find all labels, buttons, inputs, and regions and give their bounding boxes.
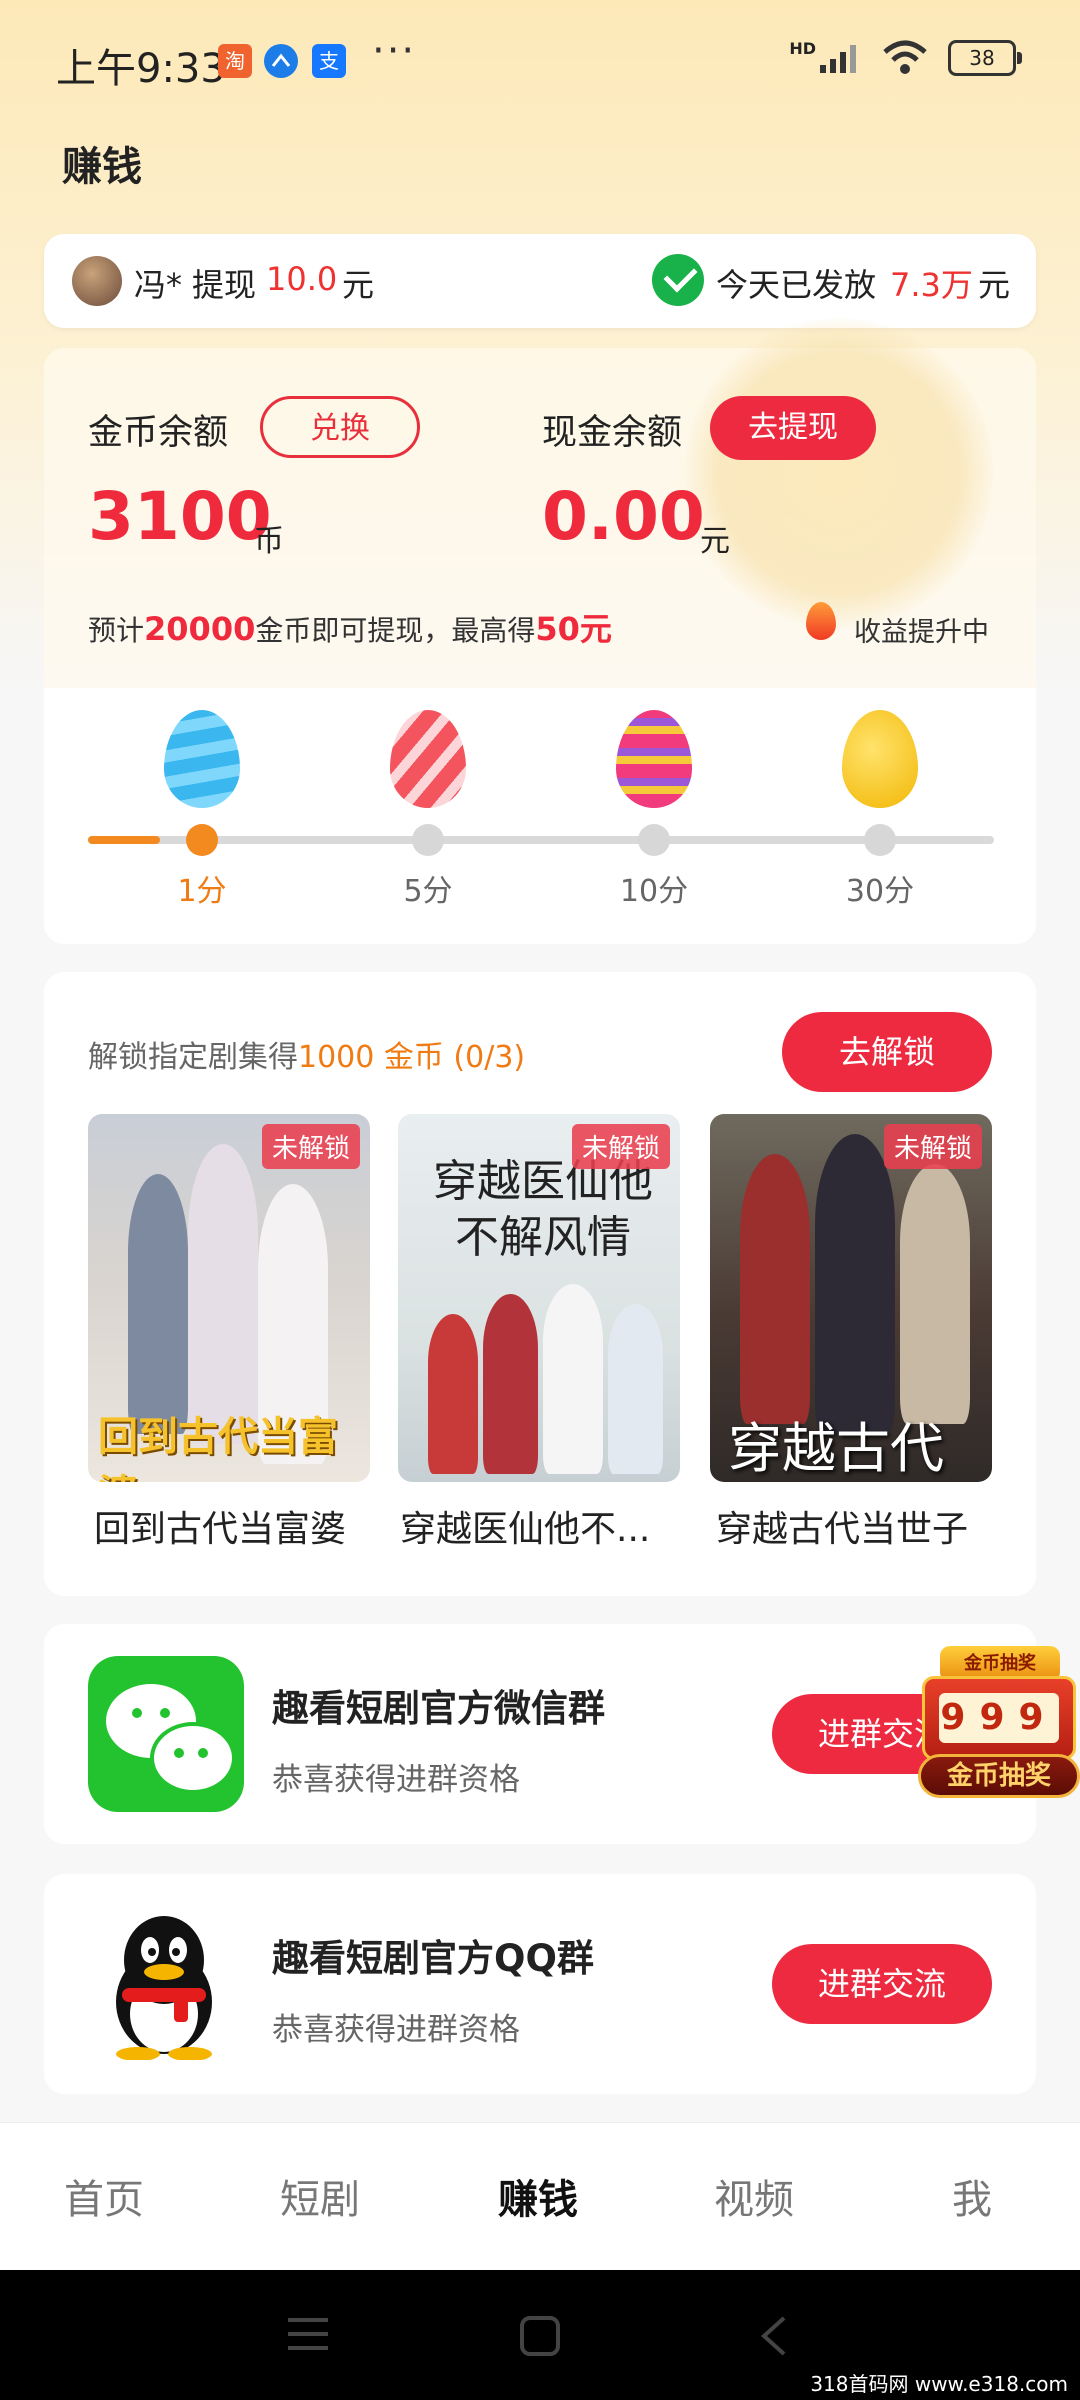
poster-title-art: 穿越医仙他不解风情 <box>433 1156 653 1263</box>
poster-title-art: 回到古代当富婆 <box>98 1414 338 1482</box>
coin-balance-label: 金币余额 <box>88 413 229 453</box>
drama-title[interactable]: 穿越医仙他不... <box>400 1500 700 1552</box>
tab-short-drama[interactable]: 短剧 <box>280 2167 360 2225</box>
avatar <box>72 256 122 306</box>
notice-unit: 元 <box>342 266 375 304</box>
unlock-heading: 解锁指定剧集得1000 金币 (0/3) <box>88 1032 525 1076</box>
rising-label: 收益提升中 <box>854 617 989 648</box>
join-qq-group-button[interactable]: 进群交流 <box>772 1944 992 2024</box>
qq-penguin-icon <box>116 1916 212 2060</box>
coin-unit: 币 <box>254 524 284 559</box>
notice-user: 冯* <box>134 266 183 304</box>
menu-icon[interactable] <box>286 2314 330 2354</box>
lottery-machine: 999 <box>922 1676 1076 1760</box>
unlock-dramas-card: 解锁指定剧集得1000 金币 (0/3) 去解锁 回到古代当富婆 未解锁 穿越医… <box>44 972 1036 1596</box>
milestone-label: 1分 <box>177 874 227 909</box>
milestone-track <box>88 836 994 844</box>
drama-title[interactable]: 回到古代当富婆 <box>94 1500 394 1552</box>
fire-icon <box>806 602 836 640</box>
wechat-group-card: 趣看短剧官方微信群 恭喜获得进群资格 进群交流 <box>44 1624 1036 1844</box>
notice-amount: 10.0 <box>266 260 338 298</box>
milestone-label: 10分 <box>619 874 689 909</box>
today-unit: 元 <box>978 266 1011 304</box>
today-label: 今天已发放 <box>716 266 877 304</box>
page-title: 赚钱 <box>62 144 142 190</box>
taobao-icon: 淘 <box>218 44 252 78</box>
drama-poster[interactable]: 回到古代当富婆 未解锁 <box>88 1114 370 1482</box>
milestone-node-4 <box>864 824 896 856</box>
balance-card: 金币余额 兑换 3100 币 现金余额 去提现 0.00 元 预计20000金币… <box>44 318 1036 688</box>
group-title: 趣看短剧官方微信群 <box>272 1687 605 1730</box>
drama-poster[interactable]: 穿越古代 未解锁 <box>710 1114 992 1482</box>
group-title: 趣看短剧官方QQ群 <box>272 1937 594 1980</box>
watermark: 318首码网 www.e318.com <box>804 2368 1074 2397</box>
hint-mid: 金币即可提现，最高得 <box>255 614 536 647</box>
tab-earn[interactable]: 赚钱 <box>498 2167 578 2225</box>
tab-me[interactable]: 我 <box>952 2167 992 2225</box>
cash-balance-value: 0.00 <box>542 478 705 555</box>
hd-indicator: HD <box>789 38 816 58</box>
tab-home[interactable]: 首页 <box>64 2167 144 2225</box>
go-unlock-button[interactable]: 去解锁 <box>782 1012 992 1092</box>
hint-prefix: 预计 <box>88 614 145 647</box>
alipay-icon: 支 <box>312 44 346 78</box>
lottery-digits: 999 <box>939 1693 1059 1743</box>
qq-group-card: 趣看短剧官方QQ群 恭喜获得进群资格 进群交流 <box>44 1874 1036 2094</box>
milestone-label: 5分 <box>403 874 453 909</box>
wechat-icon <box>88 1656 244 1812</box>
group-subtitle: 恭喜获得进群资格 <box>272 1762 520 1798</box>
milestone-node-2 <box>412 824 444 856</box>
signal-icon <box>820 45 856 73</box>
withdraw-button[interactable]: 去提现 <box>710 396 876 460</box>
egg-icon[interactable] <box>164 710 240 808</box>
lottery-bottom-label: 金币抽奖 <box>918 1754 1080 1798</box>
bottom-tab-bar: 首页 短剧 赚钱 视频 我 <box>0 2122 1080 2271</box>
cash-unit: 元 <box>700 524 730 559</box>
wechat-pay-icon <box>652 254 704 306</box>
coin-decoration <box>684 318 994 628</box>
app-notification-icon <box>264 44 298 78</box>
drama-title[interactable]: 穿越古代当世子 <box>716 1500 1016 1552</box>
locked-tag: 未解锁 <box>883 1124 982 1169</box>
today-amount: 7.3万 <box>890 266 973 304</box>
egg-icon[interactable] <box>616 710 692 808</box>
wifi-icon <box>883 40 927 74</box>
coin-balance-value: 3100 <box>88 478 272 555</box>
locked-tag: 未解锁 <box>571 1124 670 1169</box>
battery-indicator: 38 <box>948 40 1022 76</box>
coin-lottery-float[interactable]: 金币抽奖 999 金币抽奖 <box>918 1646 1080 1806</box>
milestone-card: 1分 5分 10分 30分 <box>44 688 1036 944</box>
cash-balance-label: 现金余额 <box>542 413 683 453</box>
drama-poster[interactable]: 穿越医仙他不解风情 未解锁 <box>398 1114 680 1482</box>
status-time: 上午9:33 <box>56 46 226 92</box>
more-notifications-icon: ··· <box>372 28 417 74</box>
poster-title-art: 穿越古代 <box>728 1417 944 1480</box>
milestone-label: 30分 <box>845 874 915 909</box>
milestone-node-1 <box>186 824 218 856</box>
withdraw-notice-bar: 冯* 提现 10.0 元 今天已发放 7.3万 元 <box>44 234 1036 328</box>
milestone-node-3 <box>638 824 670 856</box>
hint-max: 50元 <box>535 610 612 648</box>
status-bar: 上午9:33 淘 支 ··· HD 38 <box>0 0 1080 124</box>
group-subtitle: 恭喜获得进群资格 <box>272 2012 520 2048</box>
back-icon[interactable] <box>756 2314 792 2358</box>
locked-tag: 未解锁 <box>261 1124 360 1169</box>
notice-action: 提现 <box>192 266 257 304</box>
home-icon[interactable] <box>518 2314 562 2358</box>
tab-video[interactable]: 视频 <box>714 2167 794 2225</box>
unlock-heading-reward: 1000 金币 (0/3) <box>298 1040 526 1075</box>
exchange-button[interactable]: 兑换 <box>260 396 420 458</box>
egg-icon[interactable] <box>842 710 918 808</box>
hint-coins: 20000 <box>144 610 256 648</box>
milestone-progress <box>88 836 161 844</box>
egg-icon[interactable] <box>390 710 466 808</box>
withdraw-hint: 预计20000金币即可提现，最高得50元 <box>88 604 612 650</box>
unlock-heading-prefix: 解锁指定剧集得 <box>88 1040 298 1075</box>
